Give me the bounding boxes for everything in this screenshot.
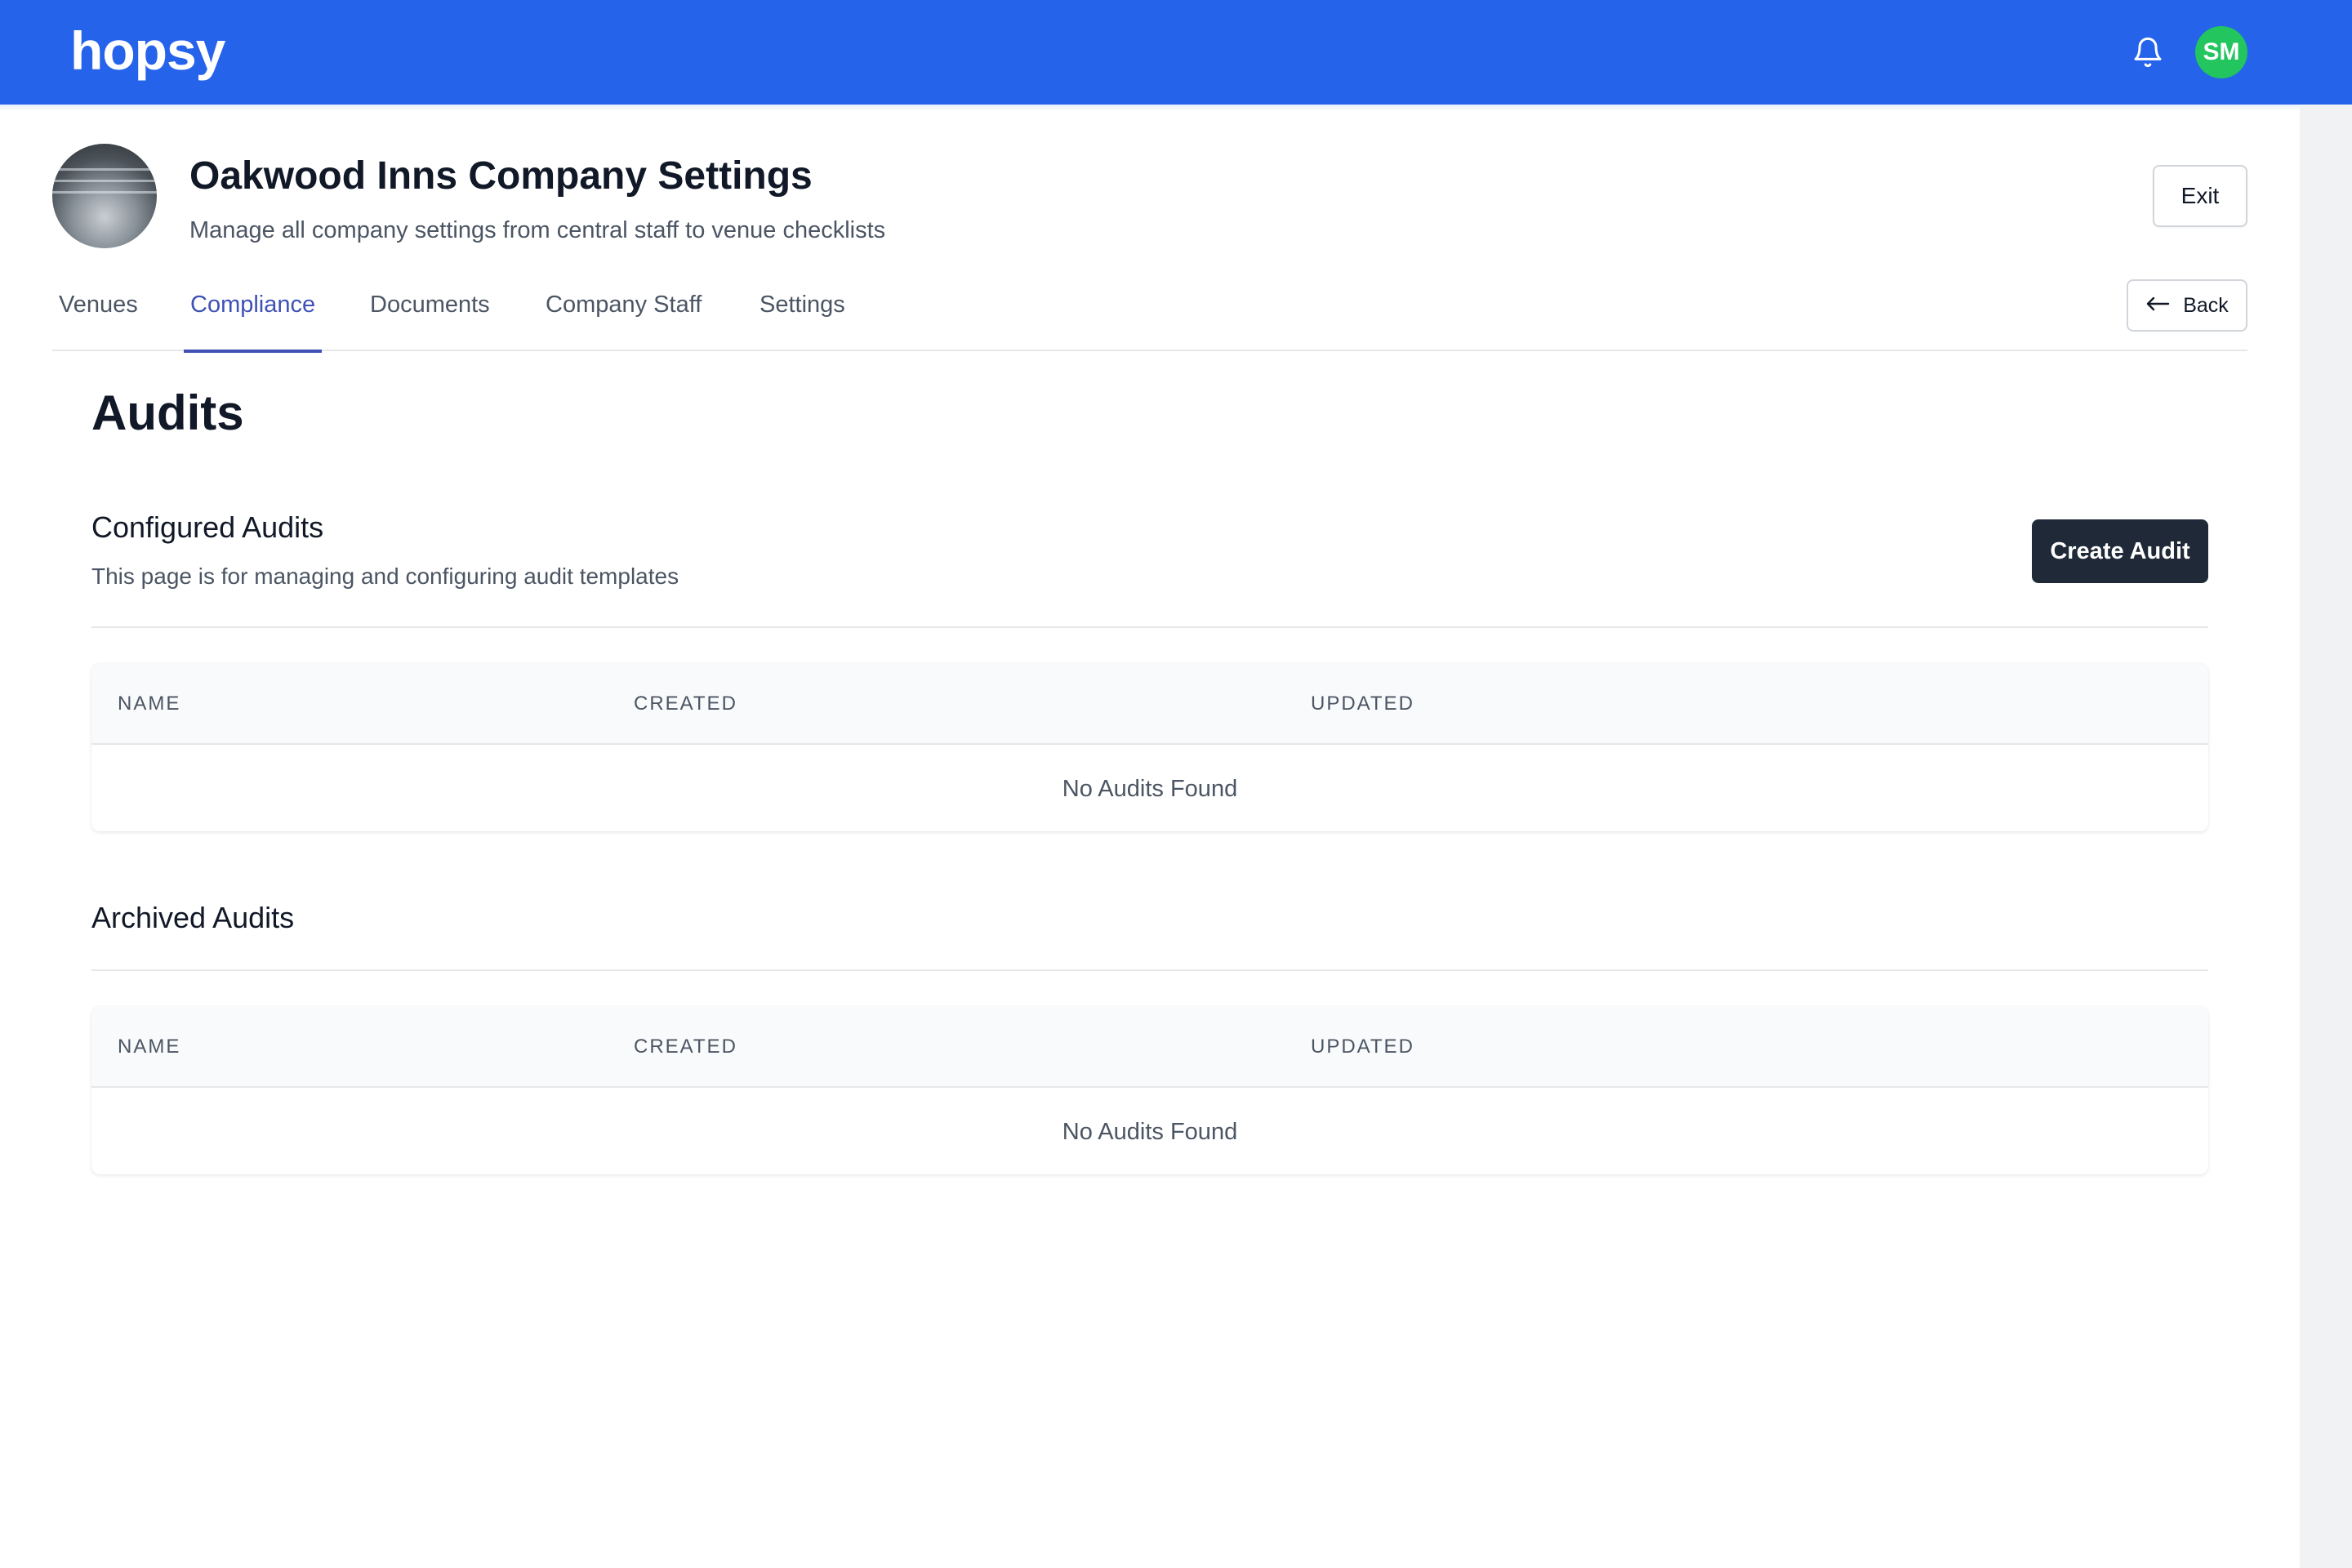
user-avatar[interactable]: SM [2195, 26, 2247, 78]
tab-compliance[interactable]: Compliance [184, 270, 323, 353]
tab-company-staff[interactable]: Company Staff [539, 270, 708, 351]
tab-settings[interactable]: Settings [753, 270, 852, 351]
column-header-created[interactable]: CREATED [634, 663, 737, 745]
archived-audits-title: Archived Audits [91, 901, 295, 934]
bell-icon[interactable] [2128, 33, 2167, 72]
back-button[interactable]: Back [2127, 279, 2247, 332]
right-gutter [2300, 105, 2352, 1568]
configured-audits-description: This page is for managing and configurin… [91, 564, 679, 589]
table-header: NAME CREATED UPDATED [91, 1006, 2208, 1088]
table-header: NAME CREATED UPDATED [91, 663, 2208, 745]
page-subtitle: Manage all company settings from central… [189, 217, 886, 243]
audits-heading: Audits [91, 385, 244, 440]
create-audit-button[interactable]: Create Audit [2032, 519, 2208, 583]
configured-audits-title: Configured Audits [91, 510, 324, 544]
section-divider [91, 626, 2208, 628]
column-header-name[interactable]: NAME [118, 663, 180, 745]
configured-audits-table: NAME CREATED UPDATED No Audits Found [91, 663, 2208, 831]
company-avatar-image [52, 144, 157, 248]
exit-button[interactable]: Exit [2153, 165, 2247, 227]
arrow-left-icon [2145, 294, 2170, 318]
tab-documents[interactable]: Documents [363, 270, 497, 351]
section-divider [91, 969, 2208, 971]
empty-state-row: No Audits Found [1062, 775, 1238, 802]
tab-venues[interactable]: Venues [52, 270, 145, 351]
top-navigation-bar: hopsy SM [0, 0, 2352, 105]
back-button-label: Back [2183, 293, 2229, 317]
topbar-divider [0, 105, 2300, 111]
page-title: Oakwood Inns Company Settings [189, 154, 813, 198]
column-header-updated[interactable]: UPDATED [1311, 1006, 1414, 1088]
hopsy-logo[interactable]: hopsy [70, 18, 225, 83]
column-header-name[interactable]: NAME [118, 1006, 180, 1088]
column-header-created[interactable]: CREATED [634, 1006, 737, 1088]
archived-audits-table: NAME CREATED UPDATED No Audits Found [91, 1006, 2208, 1174]
empty-state-row: No Audits Found [1062, 1118, 1238, 1145]
settings-tabs: Venues Compliance Documents Company Staf… [52, 270, 2247, 353]
column-header-updated[interactable]: UPDATED [1311, 663, 1414, 745]
